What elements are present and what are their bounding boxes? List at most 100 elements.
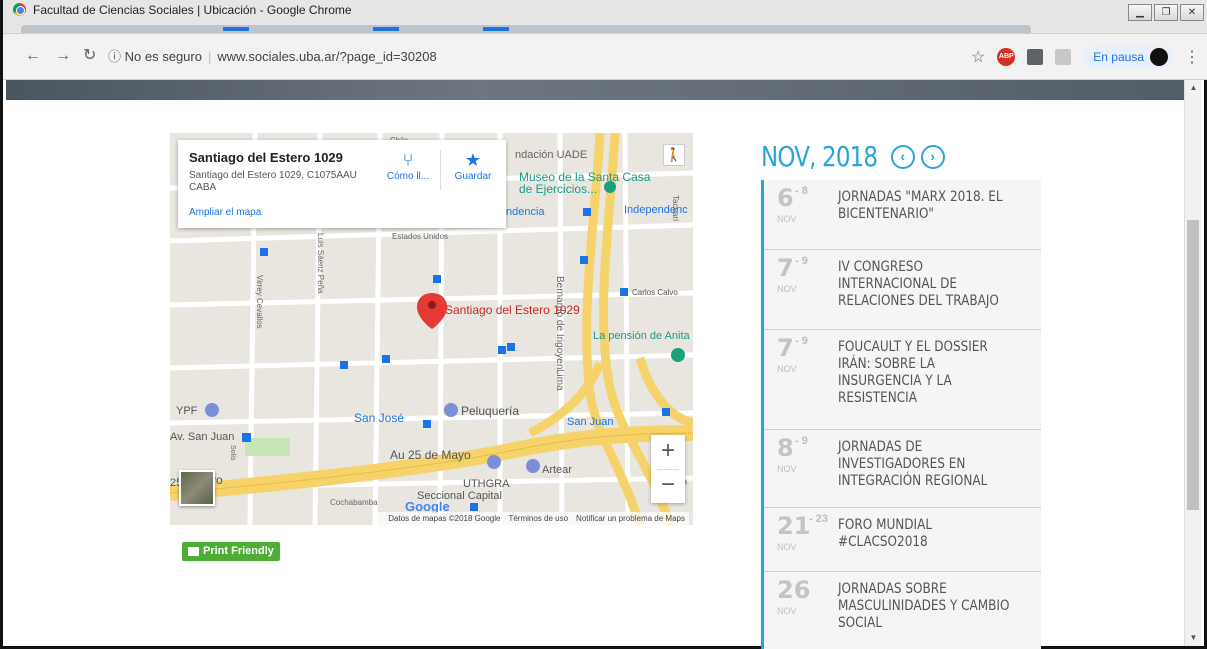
marker-label: Santiago del Estero 1029 xyxy=(445,303,580,317)
event-day-end: - 9 xyxy=(795,435,808,447)
report-problem-link[interactable]: Notificar un problema de Maps xyxy=(576,514,685,523)
map-label: Solís xyxy=(229,445,236,461)
zoom-out-button[interactable]: − xyxy=(651,469,685,503)
map-label: Estados Unidos xyxy=(392,232,449,241)
event-title[interactable]: FOUCAULT Y EL DOSSIER IRÁN: SOBRE LA INS… xyxy=(838,339,1010,407)
address-bar[interactable]: ⓘ No es seguro | www.sociales.uba.ar/?page… xyxy=(108,44,988,70)
window-controls: ▁ ❐ ✕ xyxy=(1128,4,1204,21)
event-month: NOV xyxy=(777,284,797,294)
event-title[interactable]: IV CONGRESO INTERNACIONAL DE RELACIONES … xyxy=(838,259,1010,310)
event-day: 26 xyxy=(777,576,811,604)
map-label: Av. San Juan xyxy=(170,431,235,443)
window-title: Facultad de Ciencias Sociales | Ubicació… xyxy=(33,3,352,17)
street-view-pegman-icon[interactable]: 🚶 xyxy=(663,144,685,166)
chevron-left-icon[interactable]: ‹ xyxy=(890,144,915,169)
event-day: 21 xyxy=(777,512,811,540)
forward-arrow-icon[interactable]: → xyxy=(55,46,71,66)
tab-strip[interactable] xyxy=(21,25,1031,33)
security-label: No es seguro xyxy=(124,49,202,64)
map-label: Tacuarí xyxy=(671,195,680,222)
event-day: 7 xyxy=(777,254,794,282)
event-month: NOV xyxy=(777,464,797,474)
directions-button[interactable]: ⑂ Cómo ll... xyxy=(378,149,438,182)
terms-link[interactable]: Términos de uso xyxy=(508,514,568,523)
save-button[interactable]: ★ Guardar xyxy=(443,149,503,182)
event-title[interactable]: FORO MUNDIAL #CLACSO2018 xyxy=(838,517,1010,551)
list-item[interactable]: 21 - 23 NOV FORO MUNDIAL #CLACSO2018 xyxy=(764,508,1041,572)
calendar-month-title: NOV, 2018 xyxy=(761,140,878,173)
event-title[interactable]: JORNADAS DE INVESTIGADORES EN INTEGRACIÓ… xyxy=(838,439,1010,490)
directions-label: Cómo ll... xyxy=(386,171,430,182)
extension-icon[interactable] xyxy=(1027,49,1044,65)
print-friendly-button[interactable]: Print Friendly xyxy=(182,542,280,561)
pdf-extension-icon[interactable] xyxy=(1055,49,1072,65)
menu-kebab-icon[interactable]: ⋮ xyxy=(1184,47,1200,67)
event-day-end: - 23 xyxy=(809,513,828,525)
save-label: Guardar xyxy=(454,171,492,182)
event-day: 6 xyxy=(777,184,794,212)
info-icon[interactable]: ⓘ xyxy=(108,49,121,64)
map-label: La pensión de Anita xyxy=(593,330,690,342)
browser-window: Facultad de Ciencias Sociales | Ubicació… xyxy=(0,0,1207,649)
event-month: NOV xyxy=(777,214,797,224)
event-title[interactable]: JORNADAS "MARX 2018. EL BICENTENARIO" xyxy=(838,189,1010,223)
map-data-credit: Datos de mapas ©2018 Google xyxy=(388,514,501,523)
zoom-control: + − xyxy=(651,435,685,503)
event-month: NOV xyxy=(777,364,797,374)
chrome-logo-icon xyxy=(13,3,26,16)
minimize-button[interactable]: ▁ xyxy=(1128,4,1152,21)
list-item[interactable]: 7 - 9 NOV IV CONGRESO INTERNACIONAL DE R… xyxy=(764,250,1041,330)
map-label: Museo de la Santa Casa de Ejercicios... xyxy=(519,170,651,196)
scroll-down-icon[interactable]: ▼ xyxy=(1185,630,1202,646)
directions-icon: ⑂ xyxy=(402,150,414,170)
adblock-icon[interactable]: ABP xyxy=(997,48,1016,66)
list-item[interactable]: 26 NOV JORNADAS SOBRE MASCULINIDADES Y C… xyxy=(764,572,1041,649)
bookmark-star-icon[interactable]: ☆ xyxy=(971,47,985,67)
zoom-in-button[interactable]: + xyxy=(651,435,685,469)
list-item[interactable]: 8 - 9 NOV JORNADAS DE INVESTIGADORES EN … xyxy=(764,430,1041,508)
maximize-button[interactable]: ❐ xyxy=(1154,4,1178,21)
map-label: ndencia xyxy=(506,206,545,218)
map-label: Peluquería xyxy=(461,404,520,418)
events-list: 6 - 8 NOV JORNADAS "MARX 2018. EL BICENT… xyxy=(761,180,1041,649)
map-label: Artear xyxy=(542,464,572,476)
map-label: ndación UADE xyxy=(515,149,588,161)
map-label: Virrey Cevallos xyxy=(255,275,264,329)
divider xyxy=(440,150,441,190)
event-day: 8 xyxy=(777,434,794,462)
list-item[interactable]: 7 - 9 NOV FOUCAULT Y EL DOSSIER IRÁN: SO… xyxy=(764,330,1041,430)
map-label: Carlos Calvo xyxy=(632,288,678,297)
back-arrow-icon[interactable]: ← xyxy=(25,46,41,66)
event-day-end: - 9 xyxy=(795,335,808,347)
map-label: Lima xyxy=(554,369,565,391)
embedded-map[interactable]: Chile ndación UADE Museo de la Santa Cas… xyxy=(170,133,693,525)
profile-paused-button[interactable]: En pausa xyxy=(1083,46,1172,68)
satellite-toggle[interactable] xyxy=(179,470,215,506)
map-label: Au 25 de Mayo xyxy=(390,448,471,462)
title-bar: Facultad de Ciencias Sociales | Ubicació… xyxy=(3,0,1207,34)
tab-favicon[interactable] xyxy=(483,27,509,31)
map-label: UTHGRA xyxy=(463,478,510,490)
reload-icon[interactable]: ↻ xyxy=(83,46,96,66)
map-info-card: Santiago del Estero 1029 Santiago del Es… xyxy=(178,140,506,228)
event-day: 7 xyxy=(777,334,794,362)
url-text[interactable]: www.sociales.uba.ar/?page_id=30208 xyxy=(217,49,436,64)
scroll-up-icon[interactable]: ▲ xyxy=(1185,80,1202,96)
event-day-end: - 8 xyxy=(795,185,808,197)
printer-icon xyxy=(188,547,199,556)
close-button[interactable]: ✕ xyxy=(1180,4,1204,21)
event-title[interactable]: JORNADAS SOBRE MASCULINIDADES Y CAMBIO S… xyxy=(838,581,1010,632)
chevron-right-icon[interactable]: › xyxy=(920,144,945,169)
toolbar-actions: ☆ ABP En pausa ⋮ xyxy=(971,44,1200,70)
place-address: Santiago del Estero 1029, C1075AAU CABA xyxy=(189,170,357,193)
tab-favicon[interactable] xyxy=(373,27,399,31)
page-header-banner xyxy=(6,80,1190,100)
map-label: San José xyxy=(354,411,405,425)
list-item[interactable]: 6 - 8 NOV JORNADAS "MARX 2018. EL BICENT… xyxy=(764,180,1041,250)
scrollbar-thumb[interactable] xyxy=(1187,220,1199,510)
page-scrollbar[interactable]: ▲ ▼ xyxy=(1184,80,1201,646)
print-label: Print Friendly xyxy=(203,545,274,557)
map-label: Bernardo de Irigoyen xyxy=(554,276,565,370)
tab-favicon[interactable] xyxy=(223,27,249,31)
enlarge-map-link[interactable]: Ampliar el mapa xyxy=(189,207,261,218)
